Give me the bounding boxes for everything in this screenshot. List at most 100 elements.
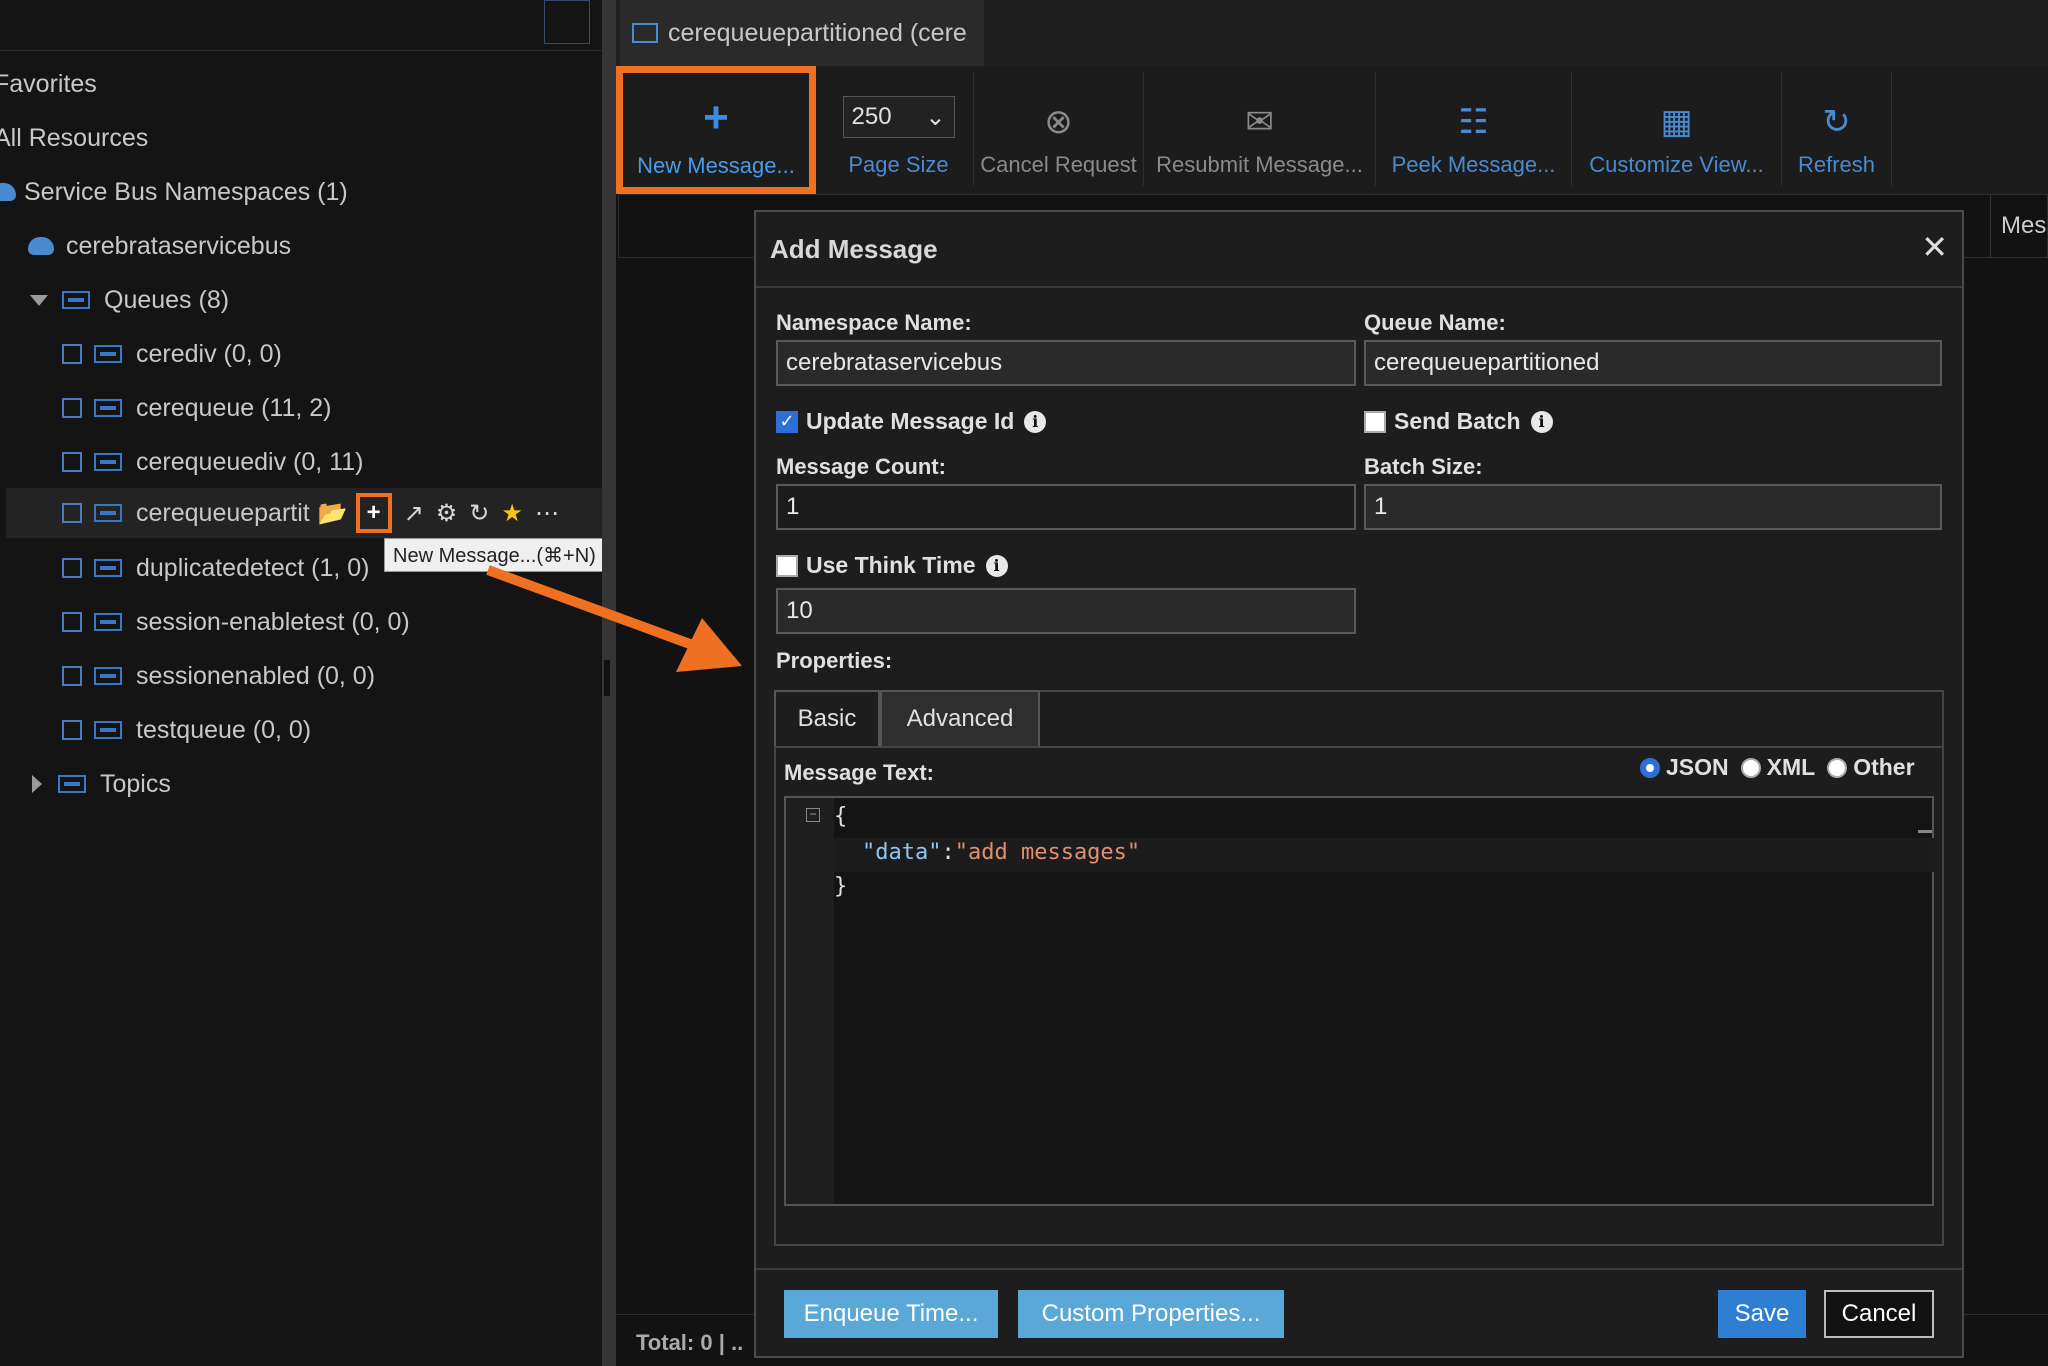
enqueue-time-button[interactable]: Enqueue Time... xyxy=(784,1290,998,1338)
chart-icon[interactable]: ↗ xyxy=(404,499,424,528)
sidebar-item-label: Topics xyxy=(100,769,171,798)
send-batch-option[interactable]: Send Batch i xyxy=(1364,408,1553,435)
resubmit-message-button[interactable]: ✉ Resubmit Message... xyxy=(1144,72,1376,186)
queue-label: Queue Name: xyxy=(1364,310,1506,335)
queue-checkbox[interactable] xyxy=(62,503,82,523)
code-line: "data":"add messages" xyxy=(862,840,1140,865)
queue-label: cerequeuediv (0, 11) xyxy=(136,447,364,476)
batch-size-field[interactable]: 1 xyxy=(1364,484,1942,530)
queue-item[interactable]: cerequeue (11, 2) xyxy=(62,384,604,432)
namespace-field[interactable]: cerebrataservicebus xyxy=(776,340,1356,386)
sidebar-item-queues[interactable]: Queues (8) xyxy=(30,276,604,324)
refresh-button[interactable]: ↻ Refresh xyxy=(1782,72,1892,186)
button-label: Refresh xyxy=(1797,152,1876,177)
page-size-control: 250 ⌄ Page Size xyxy=(824,72,974,186)
message-text-editor[interactable]: − { "data":"add messages" } xyxy=(784,796,1934,1206)
cancel-request-button[interactable]: ⊗ Cancel Request xyxy=(974,72,1144,186)
refresh-icon[interactable]: ↻ xyxy=(469,499,489,528)
star-icon[interactable]: ★ xyxy=(501,499,523,528)
dialog-title: Add Message xyxy=(756,212,1962,288)
button-label: Resubmit Message... xyxy=(1156,152,1363,177)
message-count-field[interactable]: 1 xyxy=(776,484,1356,530)
think-time-field[interactable]: 10 xyxy=(776,588,1356,634)
close-icon[interactable]: ✕ xyxy=(1921,228,1948,266)
queue-icon xyxy=(94,397,124,419)
collapse-panel-icon[interactable] xyxy=(544,0,590,44)
queue-icon xyxy=(94,557,124,579)
custom-properties-button[interactable]: Custom Properties... xyxy=(1018,1290,1284,1338)
queue-checkbox[interactable] xyxy=(62,558,82,578)
think-time-checkbox[interactable] xyxy=(776,554,798,577)
new-message-icon[interactable]: + xyxy=(355,493,392,533)
button-label: New Message... xyxy=(637,153,795,178)
cloud-icon xyxy=(28,237,54,255)
update-message-id-checkbox[interactable]: ✓ xyxy=(776,410,798,433)
expand-icon[interactable] xyxy=(32,775,42,793)
button-label: Cancel Request xyxy=(980,152,1137,177)
code-brace-close: } xyxy=(834,874,848,899)
grid-icon: ▦ xyxy=(1660,103,1693,141)
xml-radio[interactable] xyxy=(1740,757,1761,778)
update-message-id-option[interactable]: ✓ Update Message Id i xyxy=(776,408,1047,435)
tab-queue[interactable]: cerequeuepartitioned (cere xyxy=(620,0,984,66)
queue-checkbox[interactable] xyxy=(62,344,82,364)
queue-icon xyxy=(94,451,124,473)
gear-icon[interactable]: ⚙ xyxy=(436,499,458,528)
sidebar-item-namespace[interactable]: cerebrataservicebus xyxy=(0,222,594,270)
code-brace-open: { xyxy=(834,804,848,829)
divider xyxy=(776,746,1942,748)
collapse-icon[interactable] xyxy=(30,294,48,306)
radio-label: JSON xyxy=(1666,754,1729,780)
sidebar-item-label: All Resources xyxy=(0,123,149,152)
info-icon[interactable]: i xyxy=(1024,410,1047,433)
chevron-down-icon: ⌄ xyxy=(925,103,946,131)
button-label: Customize View... xyxy=(1589,152,1764,177)
sidebar-item-all-resources[interactable]: All Resources xyxy=(0,114,594,162)
json-radio[interactable] xyxy=(1640,757,1660,778)
queue-checkbox[interactable] xyxy=(62,720,82,740)
queue-item[interactable]: testqueue (0, 0) xyxy=(62,706,604,754)
grid-column-header[interactable]: Mes xyxy=(1990,194,2048,258)
info-icon[interactable]: i xyxy=(1530,410,1553,433)
peek-message-button[interactable]: ☷ Peek Message... xyxy=(1376,72,1572,186)
queue-field[interactable]: cerequeuepartitioned xyxy=(1364,340,1942,386)
scrollbar[interactable] xyxy=(1918,830,1932,833)
queue-label: sessionenabled (0, 0) xyxy=(136,661,376,690)
fold-icon[interactable]: − xyxy=(806,808,820,822)
namespace-label: Namespace Name: xyxy=(776,310,972,335)
new-message-button[interactable]: + New Message... xyxy=(616,66,816,194)
customize-view-button[interactable]: ▦ Customize View... xyxy=(1572,72,1782,186)
queue-icon xyxy=(62,289,92,311)
queue-item[interactable]: cerequeuediv (0, 11) xyxy=(62,438,604,486)
sidebar-item-favorites[interactable]: Favorites xyxy=(0,60,594,108)
queue-checkbox[interactable] xyxy=(62,452,82,472)
queue-checkbox[interactable] xyxy=(62,666,82,686)
checkbox-label: Update Message Id xyxy=(806,408,1015,434)
queue-item[interactable]: cerediv (0, 0) xyxy=(62,330,604,378)
tab-advanced[interactable]: Advanced xyxy=(880,690,1040,746)
divider xyxy=(0,50,604,51)
think-time-option[interactable]: Use Think Time i xyxy=(776,552,1008,579)
message-text-label: Message Text: xyxy=(784,760,934,785)
dialog-title-text: Add Message xyxy=(770,233,938,264)
total-count: Total: 0 | .. xyxy=(636,1330,744,1355)
queue-checkbox[interactable] xyxy=(62,398,82,418)
button-label: Page Size xyxy=(848,152,949,177)
sidebar-item-namespaces[interactable]: Service Bus Namespaces (1) xyxy=(0,168,590,216)
info-icon[interactable]: i xyxy=(985,554,1008,577)
queue-checkbox[interactable] xyxy=(62,612,82,632)
save-button[interactable]: Save xyxy=(1718,1290,1806,1338)
sidebar-item-label: Queues (8) xyxy=(104,285,230,314)
sidebar-item-topics[interactable]: Topics xyxy=(32,760,604,808)
more-icon[interactable]: ⋯ xyxy=(535,499,559,528)
tab-basic[interactable]: Basic xyxy=(774,690,880,746)
cancel-button[interactable]: Cancel xyxy=(1824,1290,1934,1338)
queue-item-selected[interactable]: cerequeuepartit 📂 + ↗ ⚙ ↻ ★ ⋯ xyxy=(6,488,602,538)
queue-icon xyxy=(94,343,124,365)
send-batch-checkbox[interactable] xyxy=(1364,410,1386,433)
other-radio[interactable] xyxy=(1827,757,1848,778)
checkbox-label: Send Batch xyxy=(1394,408,1521,434)
folder-icon[interactable]: 📂 xyxy=(318,499,348,528)
page-size-select[interactable]: 250 ⌄ xyxy=(842,96,955,138)
message-count-label: Message Count: xyxy=(776,454,946,479)
